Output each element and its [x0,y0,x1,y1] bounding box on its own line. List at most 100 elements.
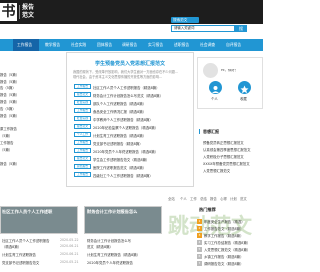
article-link[interactable]: 四级社工个人工作述职报告（精选8篇） [93,173,153,178]
left-list-item[interactable]: 报告（5篇） [0,99,19,104]
category-link[interactable]: 心得 [220,196,227,201]
nav-item-1[interactable]: 工作报告 [13,39,39,51]
article-date: 2020-05-22 [60,238,79,242]
category-link[interactable]: 总结 [200,196,207,201]
person-icon[interactable] [209,81,222,94]
category-tag[interactable]: 报告范文 [74,156,91,161]
article-link[interactable]: 医院工作述职报告范文（精选8篇） [93,165,146,170]
category-link[interactable]: 计划 [230,196,237,201]
logo-text-line1: 报告 [22,4,35,11]
left-list-item[interactable]: 报告（5篇） [0,92,19,97]
featured-title[interactable]: 学生预备党员入党思想汇报范文 [66,60,194,67]
rank-badge: 3 [197,233,202,238]
article-link[interactable]: 中学教师个人工作述职报告（精选8篇） [93,117,153,122]
featured-desc-line: 现代社会，由于资本主义文化思想传播的开放性等方面的影响… [73,75,163,79]
article-date: 2020-06-21 [60,244,79,248]
left-list-item[interactable]: 报告（5篇） [0,113,19,118]
bottom-article-link[interactable]: 范文（精选8篇） [87,244,113,249]
article-link[interactable]: 部队个人工作述职报告（精选8篇） [93,101,146,106]
search-input[interactable]: 请输入关键词 [171,25,235,32]
nav-item-7[interactable]: 述职报告 [174,39,189,51]
article-link[interactable]: 2020年纪检监察个人述职报告（精选8篇） [93,125,158,130]
category-tag[interactable]: 社会实践 [74,100,91,105]
nav-item-4[interactable]: 团体报告 [97,39,112,51]
left-list-item[interactable]: 告（5篇） [0,85,16,90]
bottom-article-link[interactable]: （精选8篇） [2,244,21,249]
category-tag[interactable]: 工作报告 [74,108,91,113]
rank-badge: 7 [197,261,202,266]
hot-article-link[interactable]: 实习工作总结报告（精选8篇） [204,240,250,245]
left-list-item[interactable]: （5篇） [0,133,12,138]
article-link[interactable]: 食品安全工作情况汇报（精选8篇） [93,109,146,114]
thumbnail-title[interactable]: 财务会计工作计划报告怎么 [87,209,137,215]
category-tag[interactable]: 工作报告 [74,148,91,153]
left-list-item[interactable]: 报告（5篇） [0,161,19,166]
category-tag[interactable]: 工作报告 [74,140,91,145]
greeting-text: Hi，你好！ [221,69,239,72]
hot-article-link[interactable]: 年度安全生产报告（精选） [204,219,245,224]
search-button[interactable]: 搜 [235,25,247,32]
category-link[interactable]: 全站 [168,196,175,201]
nav-item-5[interactable]: 调研报告 [122,39,137,51]
left-list-item[interactable]: 报告（5篇） [0,72,19,77]
article-date: 2020-06-21 [60,252,79,256]
hot-article-link[interactable]: 调研报告范文（精选8篇） [204,261,243,266]
bottom-article-link[interactable]: 计划生育工作述职报告 [2,252,36,257]
nav-item-8[interactable]: 社会调查 [200,39,215,51]
hot-recommend-title: 热门推荐 [199,207,216,212]
site-logo[interactable]: 书 [0,3,17,21]
bottom-article-link[interactable]: 财务会计工作计划报告怎么写 [87,238,131,243]
thumbnail-title[interactable]: 社区工作人员个人工作述职 [2,209,52,215]
section-title: 思想汇报 [203,129,219,134]
nav-item-2[interactable]: 教学报告 [45,39,60,51]
nav-item-6[interactable]: 实习报告 [148,39,163,51]
article-link[interactable]: 社区工作人员个人工作述职报告（精选8篇） [93,85,160,90]
article-link[interactable]: 学生会工作述职报告范文（精选8篇） [93,157,149,162]
category-link[interactable]: 范文 [240,196,247,201]
report-link[interactable]: 入党积极分子思想汇报范文 [203,154,244,159]
bottom-article-link[interactable]: 计划生育工作述职报告（精选8篇） [87,252,140,257]
category-link[interactable]: 报告 [210,196,217,201]
rank-badge: 4 [197,240,202,245]
article-date: 2020-05-21 [60,260,79,264]
bottom-article-link[interactable]: 2020年党员个人年终述职报告 [87,260,133,265]
bottom-article-link[interactable]: 党支部书记述职报告范文 [2,260,39,265]
report-link[interactable]: 预备党员转正思想汇报范文 [203,140,244,145]
report-link[interactable]: 认真领会第四季度思想汇报范文 [203,147,250,152]
rank-badge: 1 [197,219,202,224]
category-tag[interactable]: 工作报告 [74,84,91,89]
nav-item-9[interactable]: 自评报告 [226,39,241,51]
hot-article-link[interactable]: 乡镇工作报告（精选8篇） [204,254,243,259]
category-tag[interactable]: 工作报告 [74,172,91,177]
left-list-item[interactable]: 告（5篇） [0,106,16,111]
left-list-item[interactable]: 报告（5篇） [0,79,19,84]
search-category-tab[interactable]: 搜索范文 [171,17,199,23]
report-link[interactable]: 入党思想汇报范文 [203,168,230,173]
article-link[interactable]: 财务会计工作计划报告怎么写范文（精选8篇） [93,93,163,98]
nav-item-3[interactable]: 社会实践 [71,39,86,51]
star-icon[interactable] [238,81,251,94]
article-link[interactable]: 计划生育工作述职报告（精选8篇） [93,133,146,138]
category-tag[interactable]: 报告范文 [74,92,91,97]
category-tag[interactable]: 总结报告 [74,164,91,169]
bottom-article-link[interactable]: 社区工作人员个人工作述职报告 [2,238,49,243]
category-tag[interactable]: 报告范文 [74,124,91,129]
article-link[interactable]: 2020年党员个人年终述职报告（精选8篇） [93,149,158,154]
category-link[interactable]: 工作 [190,196,197,201]
person-label: 个人 [211,97,218,101]
left-list-item[interactable]: 原工作报告 [0,126,17,131]
hot-article-link[interactable]: 入党思想汇报范文（精选8篇） [204,247,250,252]
left-list-item[interactable]: （5篇） [0,147,12,152]
category-tag[interactable]: 个人工作 [74,132,91,137]
avatar[interactable] [203,63,218,78]
category-tag[interactable]: 社会实践 [74,116,91,121]
left-list-item[interactable]: 工作报告 [0,140,14,145]
rank-badge: 5 [197,247,202,252]
report-link[interactable]: XXXX年预备党员思想汇报范文 [203,161,250,166]
article-link[interactable]: 党支部书记述职报告（精选8篇） [93,141,143,146]
logo-text-line2: 范文 [22,12,35,19]
category-link[interactable]: 个人 [180,196,187,201]
rank-badge: 2 [197,226,202,231]
hot-article-link[interactable]: 工作报告范文（精选8篇） [204,226,243,231]
hot-article-link[interactable]: 教学工作报告（精选8篇） [204,233,243,238]
